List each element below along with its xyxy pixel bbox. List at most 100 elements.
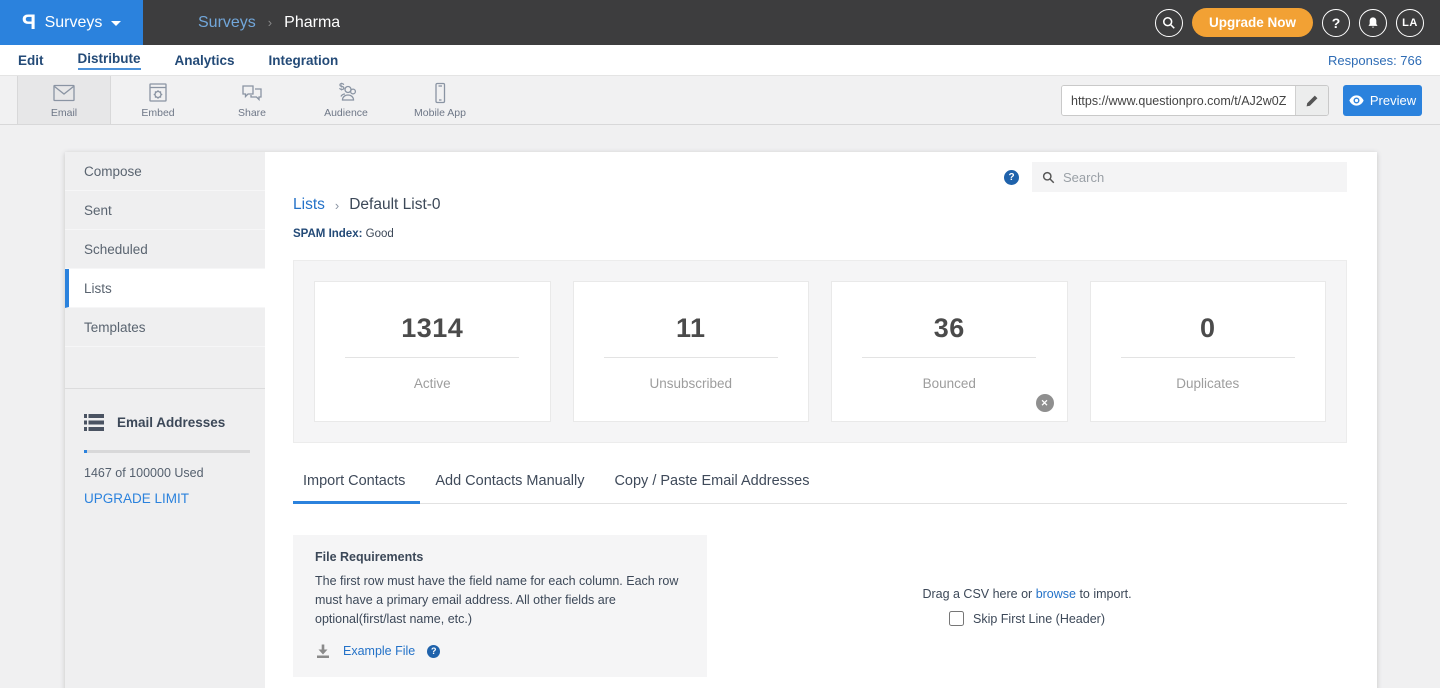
user-avatar[interactable]: LA — [1396, 9, 1424, 37]
usage-progress-bar — [84, 450, 250, 453]
sidebar-item-lists[interactable]: Lists — [65, 269, 265, 308]
example-file-row: Example File ? — [315, 643, 685, 659]
email-addresses-section: Email Addresses 1467 of 100000 Used UPGR… — [65, 388, 265, 506]
skip-first-line-checkbox[interactable] — [949, 611, 964, 626]
embed-icon — [146, 81, 170, 105]
list-help-icon[interactable]: ? — [1004, 170, 1019, 185]
product-switcher[interactable]: P Surveys — [0, 0, 143, 45]
file-requirements-body: The first row must have the field name f… — [315, 572, 685, 628]
file-requirements-box: File Requirements The first row must hav… — [293, 535, 707, 677]
survey-url-group — [1061, 85, 1329, 116]
upgrade-limit-link[interactable]: UPGRADE LIMIT — [84, 491, 250, 506]
email-addresses-header: Email Addresses — [84, 414, 250, 431]
bell-icon — [1366, 16, 1380, 30]
contact-tabs: Import Contacts Add Contacts Manually Co… — [293, 473, 1347, 504]
stat-card-bounced: 36 Bounced ✕ — [831, 281, 1068, 422]
unsubscribed-label: Unsubscribed — [574, 376, 809, 391]
mobile-app-icon — [428, 81, 452, 105]
current-list-name: Default List-0 — [349, 196, 440, 214]
dropzone-text: Drag a CSV here or browse to import. — [922, 587, 1131, 601]
import-contacts-panel: File Requirements The first row must hav… — [293, 504, 1347, 677]
global-search-button[interactable] — [1155, 9, 1183, 37]
browse-link[interactable]: browse — [1036, 587, 1076, 601]
breadcrumb-separator: › — [335, 198, 339, 213]
spam-index: SPAM Index: Good — [293, 228, 1347, 240]
svg-text:$: $ — [339, 82, 345, 93]
sidebar-item-templates[interactable]: Templates — [65, 308, 265, 347]
tab-add-contacts-manually[interactable]: Add Contacts Manually — [420, 473, 599, 503]
preview-button[interactable]: Preview — [1343, 85, 1422, 116]
questionpro-logo-icon: P — [22, 11, 36, 35]
tab-import-contacts[interactable]: Import Contacts — [293, 473, 420, 504]
breadcrumb-separator: › — [268, 15, 272, 30]
list-search-row: ? — [1004, 162, 1347, 192]
breadcrumb-surveys-link[interactable]: Surveys — [198, 14, 256, 32]
list-icon — [84, 414, 104, 431]
tab-copy-paste-email-addresses[interactable]: Copy / Paste Email Addresses — [599, 473, 824, 503]
audience-icon: $ — [333, 81, 359, 105]
list-detail-main: ? Lists › Default List-0 SPAM Index: Goo… — [265, 152, 1377, 688]
toolbar-item-email[interactable]: Email — [17, 76, 111, 124]
nav-tab-analytics[interactable]: Analytics — [175, 53, 235, 68]
example-file-help-icon[interactable]: ? — [427, 645, 440, 658]
bounced-count: 36 — [832, 282, 1067, 344]
notifications-button[interactable] — [1359, 9, 1387, 37]
top-bar: P Surveys Surveys › Pharma Upgrade Now ?… — [0, 0, 1440, 45]
usage-text: 1467 of 100000 Used — [84, 466, 250, 480]
nav-tab-integration[interactable]: Integration — [269, 53, 339, 68]
stat-card-unsubscribed: 11 Unsubscribed — [573, 281, 810, 422]
breadcrumb-survey-name: Pharma — [284, 14, 340, 32]
responses-count[interactable]: Responses: 766 — [1328, 53, 1422, 68]
stat-card-duplicates: 0 Duplicates — [1090, 281, 1327, 422]
toolbar-item-embed[interactable]: Embed — [111, 76, 205, 124]
help-button[interactable]: ? — [1322, 9, 1350, 37]
email-sidebar: Compose Sent Scheduled Lists Templates E… — [65, 152, 265, 688]
lists-link[interactable]: Lists — [293, 196, 325, 214]
email-addresses-title: Email Addresses — [117, 415, 225, 430]
share-icon — [239, 81, 265, 105]
lists-panel: Compose Sent Scheduled Lists Templates E… — [65, 152, 1377, 688]
spam-index-label: SPAM Index: — [293, 228, 362, 240]
search-icon — [1162, 16, 1176, 30]
skip-first-line-row: Skip First Line (Header) — [949, 611, 1105, 626]
survey-breadcrumb: Surveys › Pharma — [198, 14, 340, 32]
sidebar-item-scheduled[interactable]: Scheduled — [65, 230, 265, 269]
list-breadcrumb: Lists › Default List-0 — [293, 196, 1347, 214]
survey-url-input[interactable] — [1062, 86, 1295, 115]
list-stats: 1314 Active 11 Unsubscribed 36 Bounced ✕… — [293, 260, 1347, 443]
usage-progress-fill — [84, 450, 87, 453]
toolbar-item-audience[interactable]: $ Audience — [299, 76, 393, 124]
duplicates-label: Duplicates — [1091, 376, 1326, 391]
csv-dropzone[interactable]: Drag a CSV here or browse to import. Ski… — [707, 504, 1347, 677]
sidebar-item-compose[interactable]: Compose — [65, 152, 265, 191]
product-name: Surveys — [45, 14, 103, 32]
contact-search-box — [1032, 162, 1347, 192]
stat-card-active: 1314 Active — [314, 281, 551, 422]
toolbar-item-share[interactable]: Share — [205, 76, 299, 124]
edit-url-button[interactable] — [1295, 86, 1328, 115]
contact-search-input[interactable] — [1063, 170, 1347, 185]
question-mark-icon: ? — [1332, 15, 1341, 31]
skip-first-line-label: Skip First Line (Header) — [973, 612, 1105, 626]
nav-tab-edit[interactable]: Edit — [18, 53, 44, 68]
nav-tab-distribute[interactable]: Distribute — [78, 51, 141, 70]
toolbar-right: Preview — [1061, 85, 1422, 116]
upgrade-now-button[interactable]: Upgrade Now — [1192, 8, 1313, 37]
page-content: Compose Sent Scheduled Lists Templates E… — [0, 125, 1440, 688]
distribute-toolbar: Email Embed Share $ Audience Mobile App — [0, 75, 1440, 125]
duplicates-count: 0 — [1091, 282, 1326, 344]
survey-section-nav: Edit Distribute Analytics Integration Re… — [0, 45, 1440, 75]
sidebar-item-sent[interactable]: Sent — [65, 191, 265, 230]
active-count: 1314 — [315, 282, 550, 344]
unsubscribed-count: 11 — [574, 282, 809, 344]
search-icon — [1042, 171, 1055, 184]
active-label: Active — [315, 376, 550, 391]
bounced-label: Bounced — [832, 376, 1067, 391]
download-icon — [315, 643, 331, 659]
example-file-link[interactable]: Example File — [343, 644, 415, 658]
chevron-down-icon — [111, 21, 121, 26]
file-requirements-title: File Requirements — [315, 550, 685, 564]
toolbar-item-mobile-app[interactable]: Mobile App — [393, 76, 487, 124]
eye-icon — [1349, 95, 1364, 106]
clear-bounced-icon[interactable]: ✕ — [1036, 394, 1054, 412]
